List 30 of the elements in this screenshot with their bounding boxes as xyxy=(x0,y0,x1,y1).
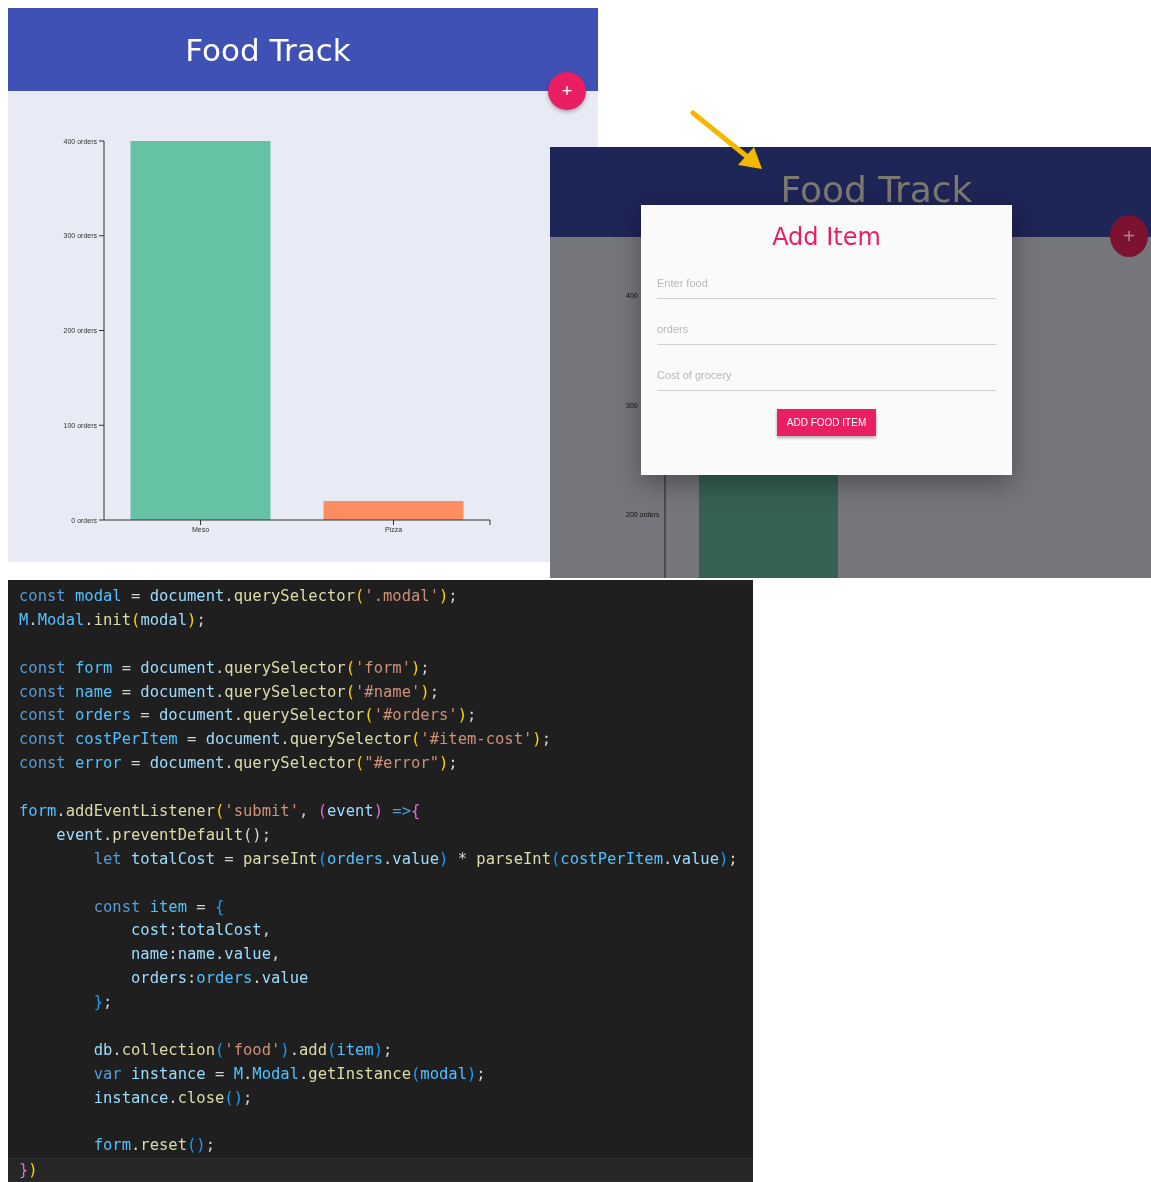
code-line: const item = { xyxy=(92,897,225,916)
code-line: const orders = document.querySelector('#orders'); xyxy=(19,706,477,725)
code-line: event.preventDefault(); xyxy=(55,825,271,844)
add-button[interactable]: + xyxy=(548,72,586,110)
input-field[interactable]: Enter food xyxy=(657,265,996,299)
annotation-arrow xyxy=(690,110,762,169)
code-line: instance.close(); xyxy=(92,1088,253,1107)
code-line: const form = document.querySelector('form'); xyxy=(19,658,430,677)
app-title: Food Track xyxy=(185,31,351,68)
add-food-item-button[interactable]: ADD FOOD ITEM xyxy=(776,409,877,436)
code-line: form.reset(); xyxy=(92,1136,215,1155)
code-line: name:name.value, xyxy=(129,945,281,964)
code-line: var instance = M.Modal.getInstance(modal); xyxy=(92,1064,486,1083)
code-line: const name = document.querySelector('#name'); xyxy=(19,682,439,701)
code-line: M.Modal.init(modal); xyxy=(19,610,206,629)
modal-title: Add Item xyxy=(772,223,881,251)
code-line: db.collection('food').add(item); xyxy=(92,1040,393,1059)
code-line: const costPerItem = document.querySelector('#item-cost'); xyxy=(19,730,551,749)
add-button[interactable]: + xyxy=(1110,215,1148,257)
code-line: cost:totalCost, xyxy=(129,921,271,940)
code-line: orders:orders.value xyxy=(129,969,309,988)
app-title: Food Track xyxy=(780,169,973,210)
code-line: let totalCost = parseInt(orders.value) * parseInt(costPerItem.value); xyxy=(92,849,738,868)
code-line: }; xyxy=(92,993,113,1012)
input-field[interactable]: Cost of grocery xyxy=(657,357,996,391)
input-field[interactable]: orders xyxy=(657,311,996,345)
code-line: const modal = document.querySelector('.modal'); xyxy=(19,587,458,605)
code-line: form.addEventListener('submit', (event) =>{ xyxy=(19,802,421,820)
code-line: }) xyxy=(19,1161,38,1180)
code-line: const error = document.querySelector("#error"); xyxy=(19,754,458,773)
